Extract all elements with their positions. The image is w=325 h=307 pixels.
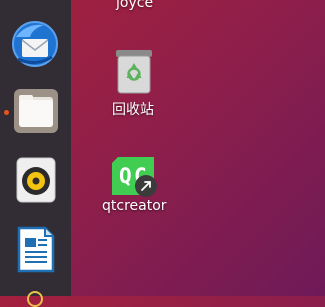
- dock: [0, 0, 71, 307]
- thunderbird-icon: [12, 21, 58, 67]
- trash-desktop-icon[interactable]: [114, 49, 154, 95]
- dock-item-thunderbird[interactable]: [10, 19, 60, 69]
- rhythmbox-icon: [16, 157, 56, 203]
- svg-text:Q: Q: [119, 164, 132, 188]
- dock-item-files[interactable]: [13, 88, 59, 134]
- desktop: joyce 回收站 Q C qtcreator: [0, 0, 325, 307]
- files-icon: [14, 89, 58, 133]
- dock-item-partial-icon[interactable]: [27, 291, 43, 307]
- shortcut-arrow-icon: [134, 174, 158, 198]
- user-folder-label[interactable]: joyce: [116, 0, 153, 11]
- dock-item-rhythmbox[interactable]: [16, 157, 56, 203]
- trash-label[interactable]: 回收站: [112, 99, 154, 119]
- libreoffice-writer-icon: [17, 226, 55, 273]
- dock-item-libreoffice-writer[interactable]: [17, 226, 55, 273]
- qtcreator-label[interactable]: qtcreator: [102, 198, 167, 214]
- trash-icon: [116, 50, 152, 94]
- running-indicator: [4, 110, 9, 115]
